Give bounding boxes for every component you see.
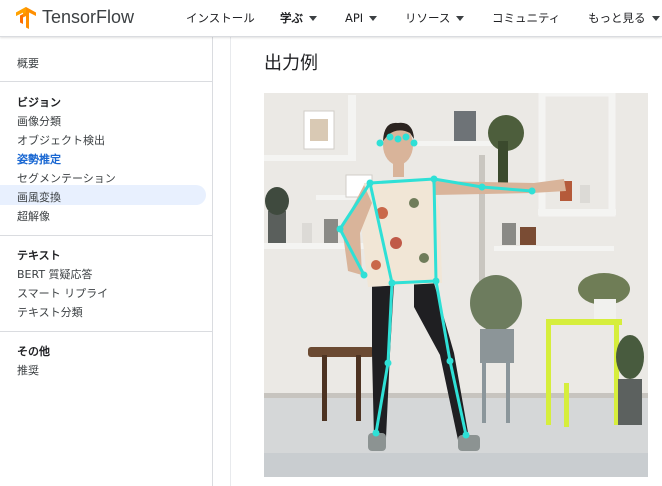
nav-api[interactable]: API: [345, 0, 378, 36]
sidebar-item-image-classification[interactable]: 画像分類: [17, 113, 61, 129]
sidebar-section-other: その他: [17, 345, 50, 358]
pose-estimation-example-image: [264, 93, 648, 477]
nav-more[interactable]: もっと見る: [588, 0, 660, 36]
nav-install[interactable]: インストール: [186, 0, 255, 36]
sidebar-item-object-detection[interactable]: オブジェクト検出: [17, 132, 105, 148]
sidebar-item-style-transfer[interactable]: 画風変換: [17, 189, 61, 205]
sidebar-divider: [0, 235, 212, 236]
nav-community[interactable]: コミュニティ: [492, 0, 560, 36]
top-navigation-bar: TensorFlow インストール 学ぶ API リソース コミュニティ もっと…: [0, 0, 662, 37]
nav-api-label: API: [345, 11, 364, 25]
tensorflow-logo-icon[interactable]: [14, 6, 38, 30]
sidebar-item-segmentation[interactable]: セグメンテーション: [17, 170, 116, 186]
sidebar-item-overview[interactable]: 概要: [17, 55, 39, 71]
nav-community-label: コミュニティ: [492, 11, 561, 25]
sidebar-item-text-classification[interactable]: テキスト分類: [17, 304, 83, 320]
sidebar-item-recommendation[interactable]: 推奨: [17, 362, 39, 378]
content-divider: [230, 37, 231, 486]
brand-name[interactable]: TensorFlow: [42, 7, 134, 28]
nav-more-label: もっと見る: [588, 11, 646, 25]
sidebar-item-smart-reply[interactable]: スマート リプライ: [17, 285, 108, 301]
chevron-down-icon: [456, 15, 465, 21]
sidebar-section-text: テキスト: [17, 249, 61, 262]
sidebar-divider: [0, 331, 212, 332]
nav-resources[interactable]: リソース: [405, 0, 465, 36]
sidebar-item-super-resolution[interactable]: 超解像: [17, 208, 50, 224]
nav-learn-label: 学ぶ: [280, 11, 303, 25]
nav-resources-label: リソース: [405, 11, 451, 25]
sidebar-item-bert-qa[interactable]: BERT 質疑応答: [17, 266, 93, 282]
sidebar-section-vision: ビジョン: [17, 96, 61, 109]
sidebar-item-pose-estimation[interactable]: 姿勢推定: [17, 151, 61, 167]
chevron-down-icon: [309, 15, 317, 21]
sidebar: 概要 ビジョン 画像分類 オブジェクト検出 姿勢推定 セグメンテーション 画風変…: [0, 37, 213, 486]
page-title: 出力例: [264, 53, 318, 74]
chevron-down-icon: [651, 15, 660, 21]
nav-learn[interactable]: 学ぶ: [280, 0, 317, 36]
pose-output-illustration: [264, 93, 648, 477]
chevron-down-icon: [369, 15, 378, 21]
nav-install-label: インストール: [186, 11, 255, 25]
sidebar-divider: [0, 81, 212, 82]
